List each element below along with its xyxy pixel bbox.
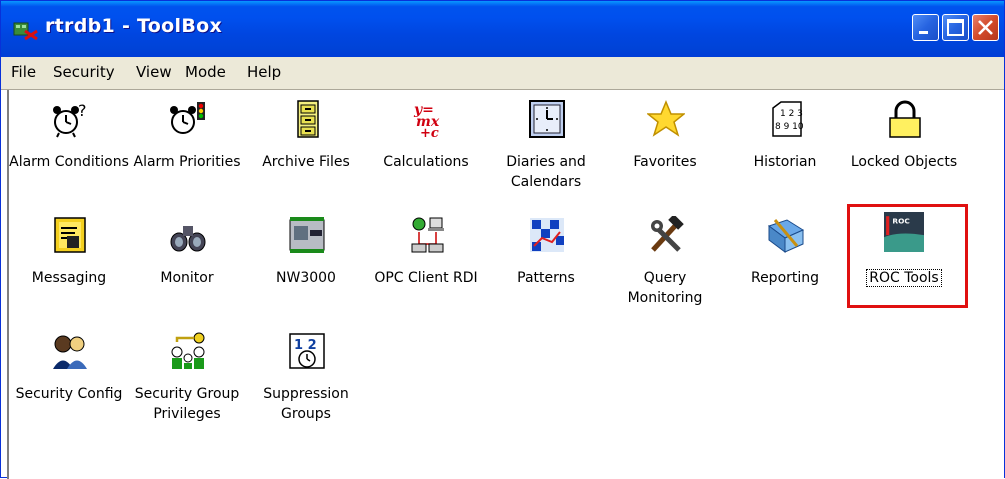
svg-text:+c: +c [420, 126, 439, 138]
window-title: rtrdb1 - ToolBox [45, 15, 223, 37]
filing-cabinet-icon [297, 100, 319, 138]
toolbox-app-icon [13, 22, 38, 41]
tools-hammer-wrench-icon [651, 216, 684, 252]
item-label: Reporting [750, 270, 820, 286]
item-label: Historian [753, 154, 817, 170]
nw3000-device-icon [289, 217, 325, 253]
historian-bottom-digits: 8 9 10 [775, 122, 804, 132]
menu-view[interactable]: View [136, 63, 172, 81]
alarm-clock-question-icon: ? [53, 101, 87, 138]
item-label: Alarm Priorities [133, 154, 241, 170]
item-label: OPC Client RDI [374, 270, 478, 286]
star-icon [647, 100, 685, 137]
menu-security[interactable]: Security [53, 63, 115, 81]
alarm-clock-traffic-light-icon [170, 102, 205, 134]
suppression-clock-icon: 1 2 [289, 333, 325, 369]
historian-digits-icon: 1 2 3 8 9 10 [772, 101, 804, 137]
security-group-key-icon [171, 332, 205, 369]
item-label: Query Monitoring [627, 270, 703, 306]
item-label: Archive Files [262, 154, 350, 170]
binoculars-icon [170, 226, 206, 252]
messaging-book-icon [54, 217, 86, 253]
security-people-icon [53, 335, 87, 369]
title-bar[interactable]: rtrdb1 - ToolBox [1, 1, 1004, 57]
item-label: Patterns [517, 270, 575, 286]
item-label: Favorites [633, 154, 697, 170]
patterns-grid-icon [530, 218, 564, 252]
item-label: Security Config [15, 386, 123, 402]
item-label: Monitor [160, 270, 214, 286]
reporting-book-pen-icon [767, 219, 805, 253]
item-label: Suppression Groups [263, 386, 349, 422]
item-label: Alarm Conditions [9, 154, 129, 170]
menu-mode[interactable]: Mode [185, 63, 226, 81]
item-label: Locked Objects [850, 154, 958, 170]
svg-text:?: ? [78, 101, 87, 120]
wall-clock-icon [529, 100, 565, 138]
close-button[interactable] [972, 14, 999, 41]
item-label: Calculations [383, 154, 469, 170]
item-label: Diaries and Calendars [506, 154, 586, 190]
opc-network-icon [411, 217, 444, 253]
item-label: Security Group Privileges [134, 386, 240, 422]
menu-file[interactable]: File [11, 63, 36, 81]
menu-bar: File Security View Mode Help [1, 57, 1004, 90]
padlock-icon [889, 100, 921, 138]
formula-icon: y= mx +c [413, 102, 440, 138]
roc-tools-highlight-box [847, 204, 968, 308]
maximize-button[interactable] [942, 14, 969, 41]
toolbox-window: rtrdb1 - ToolBox File Security View Mode… [0, 0, 1005, 479]
toolbox-content-area: ? Alarm Conditions Alarm Priorities Arch… [7, 90, 1004, 479]
historian-top-digits: 1 2 3 [780, 109, 803, 119]
item-label: NW3000 [276, 270, 336, 286]
menu-help[interactable]: Help [247, 63, 281, 81]
minimize-button[interactable] [912, 14, 939, 41]
item-label: Messaging [31, 270, 107, 286]
